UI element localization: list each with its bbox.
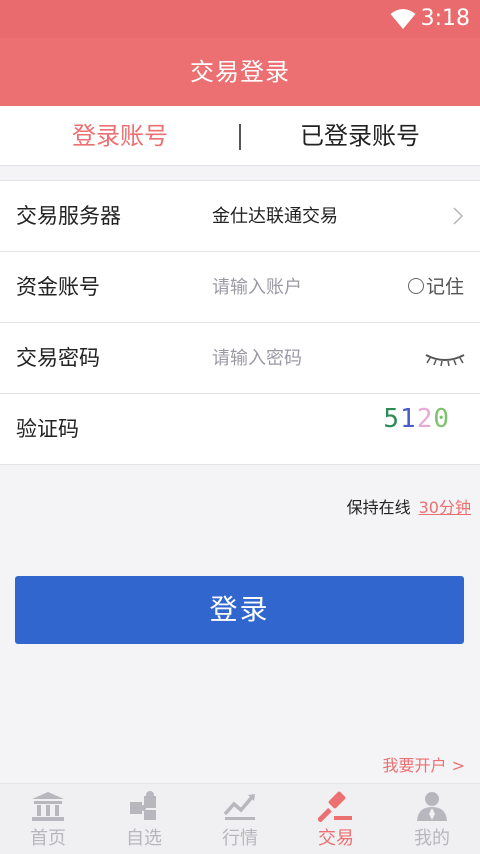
nav-label: 首页: [30, 828, 66, 849]
bottom-nav: 首页 自选 行情 交易 我的: [0, 783, 480, 854]
captcha-digit: 2: [416, 404, 434, 434]
login-button[interactable]: 登录: [15, 576, 464, 644]
captcha-image[interactable]: 5120: [383, 404, 450, 434]
password-input[interactable]: 请输入密码: [212, 323, 302, 394]
keep-online-label: 保持在线: [346, 498, 411, 517]
page-title: 交易登录: [190, 58, 290, 86]
nav-item-home[interactable]: 首页: [0, 784, 96, 854]
radio-circle-icon: [407, 278, 424, 294]
remember-label: 记住: [425, 276, 464, 298]
puzzle-icon: [130, 791, 156, 820]
nav-item-mine[interactable]: 我的: [384, 784, 480, 854]
remember-checkbox[interactable]: 记住: [407, 252, 464, 323]
account-tabs: 登录账号 已登录账号: [0, 106, 480, 166]
account-row: 资金账号 请输入账户 记住: [0, 252, 480, 323]
login-form: 交易服务器 金仕达联通交易 资金账号 请输入账户 记住 交易密码 请输入密码 验…: [0, 180, 480, 465]
password-row: 交易密码 请输入密码: [0, 323, 480, 394]
user-icon: [417, 792, 447, 821]
nav-label: 自选: [126, 828, 162, 849]
password-label: 交易密码: [16, 346, 100, 370]
nav-label: 我的: [414, 828, 450, 849]
captcha-digit: 0: [433, 404, 450, 434]
keep-online-duration-link[interactable]: 30分钟: [419, 498, 471, 517]
server-label: 交易服务器: [16, 204, 121, 228]
trend-chart-icon: [223, 794, 255, 820]
captcha-digit: 5: [383, 404, 401, 434]
header-bar: 交易登录: [0, 38, 480, 106]
bank-icon: [32, 792, 64, 821]
captcha-digit: 1: [400, 404, 417, 434]
status-time: 3:18: [420, 6, 470, 31]
tab-logged-in-accounts[interactable]: 已登录账号: [240, 106, 480, 166]
chevron-right-icon: [453, 207, 464, 225]
account-input[interactable]: 请输入账户: [212, 252, 302, 323]
server-value: 金仕达联通交易: [212, 206, 338, 227]
account-label: 资金账号: [16, 275, 100, 299]
nav-item-trade[interactable]: 交易: [288, 784, 384, 854]
nav-item-watchlist[interactable]: 自选: [96, 784, 192, 854]
captcha-row: 验证码 5120: [0, 394, 480, 465]
keep-online: 保持在线 30分钟: [347, 494, 471, 518]
eye-closed-icon[interactable]: [424, 350, 466, 366]
wifi-icon: [390, 9, 416, 29]
nav-label: 交易: [318, 828, 354, 849]
gavel-icon: [318, 791, 352, 822]
nav-label: 行情: [222, 828, 258, 849]
server-row[interactable]: 交易服务器 金仕达联通交易: [0, 181, 480, 252]
open-account-link[interactable]: 我要开户 >: [383, 752, 466, 776]
tab-login-account[interactable]: 登录账号: [0, 106, 240, 166]
captcha-label: 验证码: [16, 417, 79, 441]
nav-item-market[interactable]: 行情: [192, 784, 288, 854]
status-bar: 3:18: [0, 0, 480, 38]
